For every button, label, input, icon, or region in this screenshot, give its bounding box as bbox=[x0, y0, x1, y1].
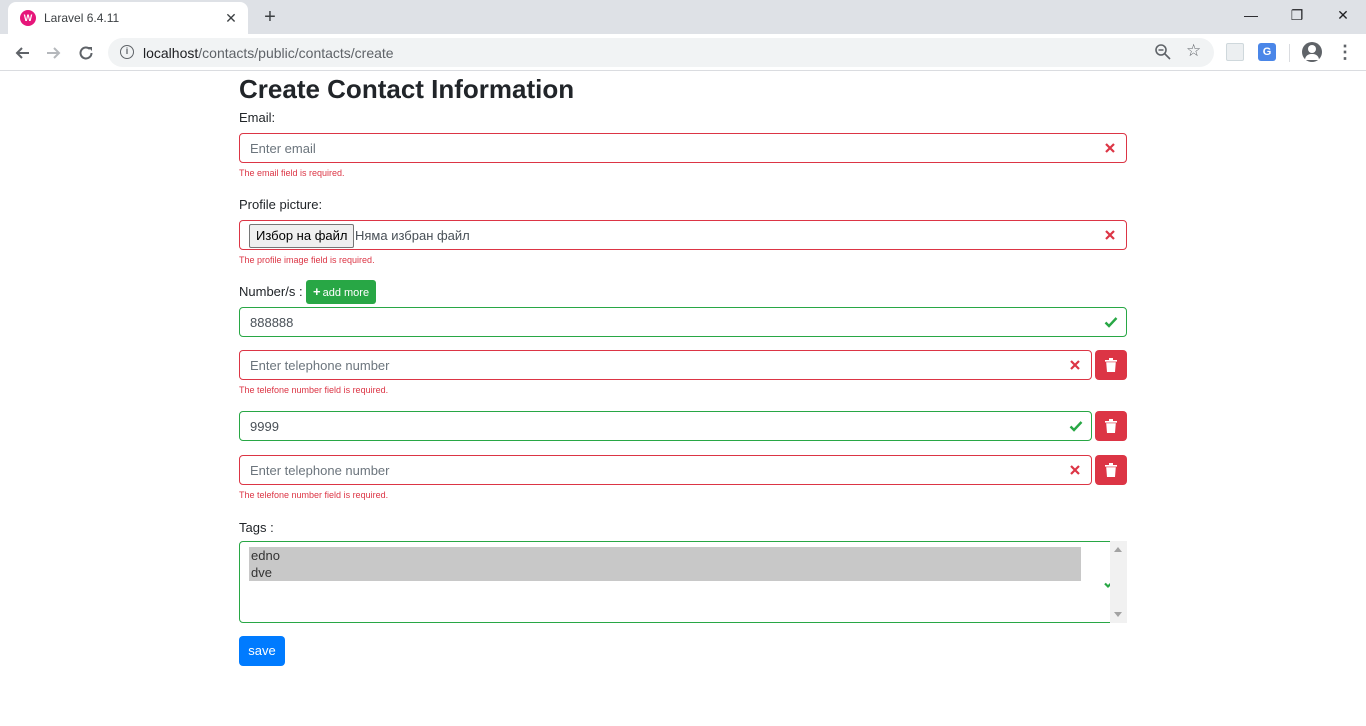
window-maximize-button[interactable]: ❐ bbox=[1274, 0, 1320, 30]
add-more-button[interactable]: + add more bbox=[306, 280, 377, 304]
telephone-value: 9999 bbox=[250, 419, 279, 434]
translate-extension-icon[interactable]: G bbox=[1258, 43, 1276, 61]
telephone-input[interactable]: Enter telephone number bbox=[239, 350, 1092, 380]
trash-icon bbox=[1105, 419, 1117, 433]
profile-picture-label: Profile picture: bbox=[239, 197, 323, 212]
telephone-input[interactable]: 9999 bbox=[239, 411, 1092, 441]
telephone-input[interactable]: Enter telephone number bbox=[239, 455, 1092, 485]
tab-strip: W Laravel 6.4.11 ✕ + — ❐ ✕ bbox=[0, 0, 1366, 34]
tab-close-icon[interactable]: ✕ bbox=[222, 9, 240, 27]
tags-scrollbar[interactable] bbox=[1110, 541, 1127, 623]
email-field[interactable]: Enter email bbox=[239, 133, 1127, 163]
tags-multiselect[interactable]: edno dve bbox=[239, 541, 1127, 623]
url-text[interactable]: localhost/contacts/public/contacts/creat… bbox=[143, 45, 394, 61]
address-bar[interactable]: i localhost/contacts/public/contacts/cre… bbox=[108, 38, 1214, 67]
invalid-x-icon bbox=[1070, 360, 1080, 370]
profile-picture-error: The profile image field is required. bbox=[239, 255, 375, 265]
delete-number-button[interactable] bbox=[1095, 411, 1127, 441]
profile-picture-field: Избор на файл Няма избран файл bbox=[239, 220, 1127, 250]
new-tab-button[interactable]: + bbox=[258, 6, 282, 28]
tags-label: Tags : bbox=[239, 520, 274, 535]
tag-option-edno[interactable]: edno bbox=[249, 547, 1081, 564]
email-error: The email field is required. bbox=[239, 168, 345, 178]
site-info-icon[interactable]: i bbox=[120, 45, 134, 59]
numbers-label: Number/s : bbox=[239, 284, 303, 299]
telephone-placeholder: Enter telephone number bbox=[250, 463, 390, 478]
telephone-placeholder: Enter telephone number bbox=[250, 358, 390, 373]
email-label: Email: bbox=[239, 110, 276, 125]
trash-icon bbox=[1105, 358, 1117, 372]
extension-icon[interactable] bbox=[1226, 43, 1244, 61]
tag-option-dve[interactable]: dve bbox=[249, 564, 1081, 581]
reload-icon[interactable] bbox=[72, 39, 100, 67]
delete-number-button[interactable] bbox=[1095, 350, 1127, 380]
toolbar-divider bbox=[1289, 44, 1290, 62]
telephone-value: 888888 bbox=[250, 315, 294, 330]
valid-check-icon bbox=[1069, 421, 1083, 432]
valid-check-icon bbox=[1104, 317, 1118, 328]
delete-number-button[interactable] bbox=[1095, 455, 1127, 485]
tab-title: Laravel 6.4.11 bbox=[44, 11, 120, 25]
window-minimize-button[interactable]: — bbox=[1228, 0, 1274, 30]
laravel-favicon-icon: W bbox=[20, 10, 36, 26]
invalid-x-icon bbox=[1105, 230, 1115, 240]
trash-icon bbox=[1105, 463, 1117, 477]
page-title: Create Contact Information bbox=[239, 74, 575, 104]
zoom-icon[interactable] bbox=[1154, 43, 1172, 61]
telephone-input[interactable]: 888888 bbox=[239, 307, 1127, 337]
forward-arrow-icon[interactable] bbox=[40, 39, 68, 67]
browser-menu-icon[interactable]: ⋮ bbox=[1336, 40, 1354, 64]
telephone-error: The telefone number field is required. bbox=[239, 490, 389, 500]
choose-file-button[interactable]: Избор на файл bbox=[249, 224, 355, 248]
scroll-down-arrow-icon[interactable] bbox=[1114, 612, 1122, 617]
email-placeholder: Enter email bbox=[250, 141, 316, 156]
invalid-x-icon bbox=[1070, 465, 1080, 475]
profile-avatar-icon[interactable] bbox=[1302, 42, 1322, 62]
window-close-button[interactable]: ✕ bbox=[1320, 0, 1366, 30]
browser-tab[interactable]: W Laravel 6.4.11 ✕ bbox=[8, 2, 248, 34]
browser-toolbar: i localhost/contacts/public/contacts/cre… bbox=[0, 34, 1366, 71]
plus-icon: + bbox=[313, 284, 321, 299]
save-button[interactable]: save bbox=[239, 636, 285, 666]
back-arrow-icon[interactable] bbox=[8, 39, 36, 67]
no-file-chosen-text: Няма избран файл bbox=[355, 228, 470, 243]
telephone-error: The telefone number field is required. bbox=[239, 385, 389, 395]
bookmark-star-icon[interactable]: ☆ bbox=[1186, 41, 1201, 61]
scroll-up-arrow-icon[interactable] bbox=[1114, 547, 1122, 552]
invalid-x-icon bbox=[1105, 143, 1115, 153]
